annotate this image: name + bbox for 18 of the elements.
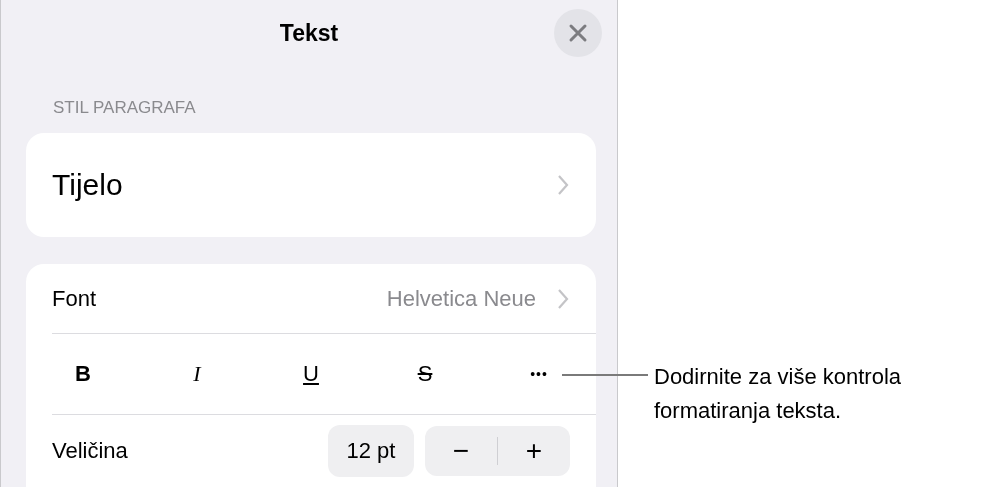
more-button[interactable]: ••• — [482, 349, 596, 399]
close-button[interactable] — [554, 9, 602, 57]
increment-button[interactable]: + — [498, 426, 570, 476]
decrement-button[interactable]: − — [425, 426, 497, 476]
bold-button[interactable]: B — [26, 349, 140, 399]
size-field[interactable]: 12 pt — [328, 425, 414, 477]
strikethrough-button[interactable]: S — [368, 349, 482, 399]
close-icon — [568, 23, 588, 43]
underline-button[interactable]: U — [254, 349, 368, 399]
paragraph-style-row[interactable]: Tijelo — [26, 133, 596, 237]
chevron-icon — [556, 174, 570, 196]
size-label: Veličina — [52, 438, 128, 464]
panel-title: Tekst — [279, 19, 339, 47]
italic-button[interactable]: I — [140, 349, 254, 399]
section-label: STIL PARAGRAFA — [53, 98, 197, 119]
callout-text: Dodirnite za više kontrola formatiranja teksta. — [654, 363, 902, 425]
font-label: Font — [52, 285, 97, 312]
chevron-icon — [556, 287, 570, 310]
